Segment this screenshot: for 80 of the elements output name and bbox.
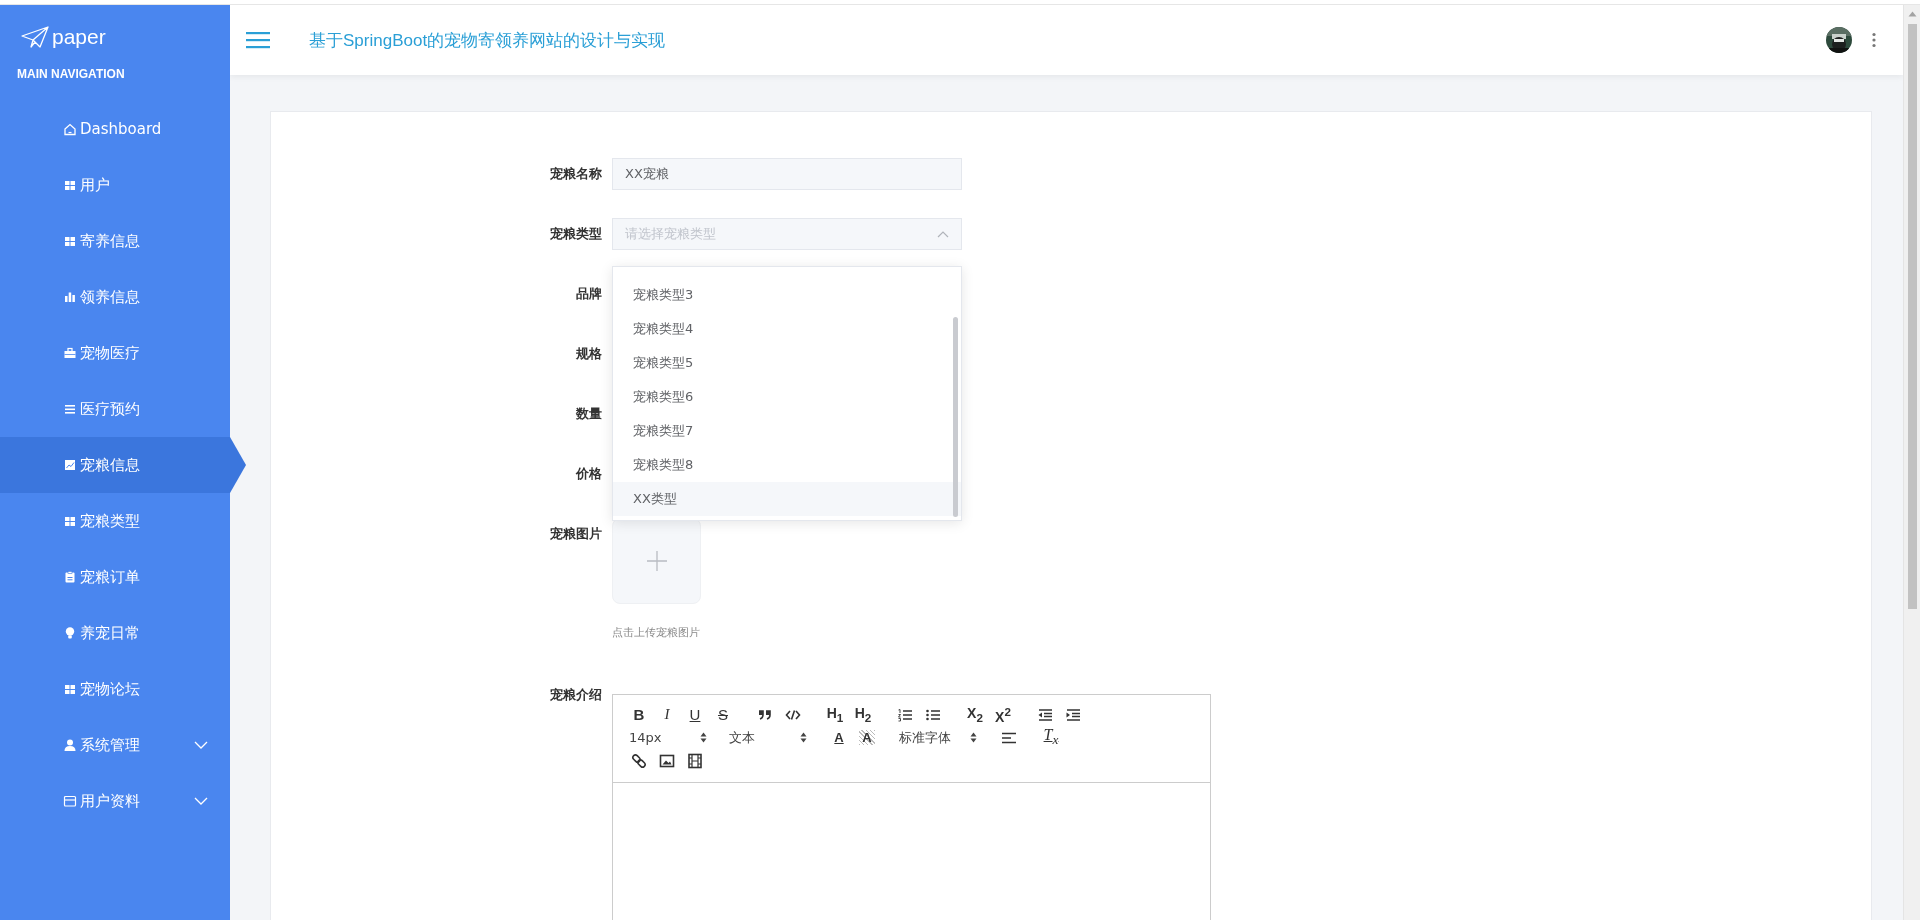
script-button[interactable]: X$_{2}$ (961, 705, 989, 724)
plus-icon (645, 550, 668, 572)
grid-icon (63, 682, 77, 696)
highlight-button[interactable]: A (859, 730, 875, 745)
grid-icon (63, 234, 77, 248)
upload-hint: 点击上传宠粮图片 (612, 625, 701, 640)
nav-item[interactable]: Dashboard (0, 101, 230, 157)
underline-button[interactable]: U (681, 706, 709, 723)
chart-icon (63, 458, 77, 472)
dropdown-select[interactable]: 14px (625, 730, 711, 745)
more-icon[interactable] (1871, 32, 1877, 48)
nav-item[interactable]: 系统管理 (0, 717, 230, 773)
nav-item[interactable]: 宠粮订单 (0, 549, 230, 605)
user-icon (63, 738, 77, 752)
link-icon[interactable] (631, 752, 647, 769)
logo-text: paper (52, 25, 106, 49)
card-icon (63, 794, 77, 808)
bold-button[interactable]: B (625, 706, 653, 723)
nav-item[interactable]: 宠粮类型 (0, 493, 230, 549)
menu-icon[interactable] (246, 31, 270, 49)
sort-arrows-icon (800, 732, 807, 743)
nav-item[interactable]: 宠物医疗 (0, 325, 230, 381)
dropdown-option[interactable]: 宠粮类型6 (613, 380, 961, 414)
heading-button[interactable]: H$_{1}$ (821, 705, 849, 724)
scroll-up-icon (1907, 11, 1917, 17)
clear-format-button[interactable]: T$_{x}$ (1037, 726, 1065, 749)
dropdown-option[interactable]: 宠粮类型5 (613, 346, 961, 380)
strikethrough-button[interactable]: S (709, 706, 737, 723)
dropdown-option[interactable]: XX类型 (613, 482, 961, 516)
align-left-icon[interactable] (1001, 730, 1017, 745)
chevron-up-icon (937, 230, 949, 238)
nav-item[interactable]: 寄养信息 (0, 213, 230, 269)
outdent-icon[interactable] (1037, 707, 1053, 722)
field-label: 宠粮介绍 (549, 688, 602, 701)
dropdown-option[interactable]: 宠粮类型7 (613, 414, 961, 448)
numbered-list-icon[interactable] (897, 707, 913, 722)
nav-item[interactable]: 领养信息 (0, 269, 230, 325)
scrollbar-thumb[interactable] (953, 317, 958, 517)
input-field[interactable]: XX宠粮 (612, 158, 962, 190)
bullet-list-icon[interactable] (925, 707, 941, 722)
indent-icon[interactable] (1065, 707, 1081, 722)
code-icon[interactable] (785, 707, 801, 722)
field-label: 品牌 (575, 285, 602, 303)
field-label: 数量 (575, 405, 602, 423)
bar-chart-icon (63, 290, 77, 304)
briefcase-icon (63, 346, 77, 360)
home-icon (63, 122, 77, 136)
page-title: 基于SpringBoot的宠物寄领养网站的设计与实现 (309, 29, 666, 52)
dropdown-option[interactable]: 宠粮类型8 (613, 448, 961, 482)
sort-arrows-icon (970, 732, 977, 743)
film-icon[interactable] (687, 752, 703, 769)
clipboard-icon (63, 570, 77, 584)
field-label: 宠粮名称 (549, 165, 602, 183)
sort-arrows-icon (700, 732, 707, 743)
script-button[interactable]: X$^{2}$ (989, 704, 1017, 725)
font-color-button[interactable]: A (825, 730, 853, 745)
list-icon (63, 402, 77, 416)
nav-item[interactable]: 宠物论坛 (0, 661, 230, 717)
dropdown-select[interactable]: 标准字体 (895, 728, 981, 747)
field-label: 价格 (574, 465, 602, 483)
dropdown-option[interactable]: 宠粮类型3 (613, 278, 961, 312)
grid-icon (63, 178, 77, 192)
field-label: 规格 (575, 345, 602, 363)
grid-icon (63, 514, 77, 528)
dropdown-option[interactable]: 宠粮类型4 (613, 312, 961, 346)
section-title: MAIN NAVIGATION (16, 66, 126, 83)
nav-item[interactable]: 用户资料 (0, 773, 230, 829)
field-label: 宠粮图片 (549, 525, 602, 543)
field-label: 宠粮类型 (549, 225, 602, 243)
quote-icon[interactable] (757, 707, 773, 722)
dropdown-select[interactable]: 文本 (725, 728, 811, 747)
lightbulb-icon (63, 626, 77, 640)
italic-button[interactable]: I (653, 706, 681, 723)
scroll-thumb[interactable] (1907, 24, 1917, 609)
image-icon[interactable] (659, 753, 675, 768)
nav-item[interactable]: 养宠日常 (0, 605, 230, 661)
nav-item[interactable]: 用户 (0, 157, 230, 213)
heading-button[interactable]: H$_{2}$ (849, 705, 877, 724)
paper-plane-icon (20, 25, 50, 49)
nav-item[interactable]: 医疗预约 (0, 381, 230, 437)
